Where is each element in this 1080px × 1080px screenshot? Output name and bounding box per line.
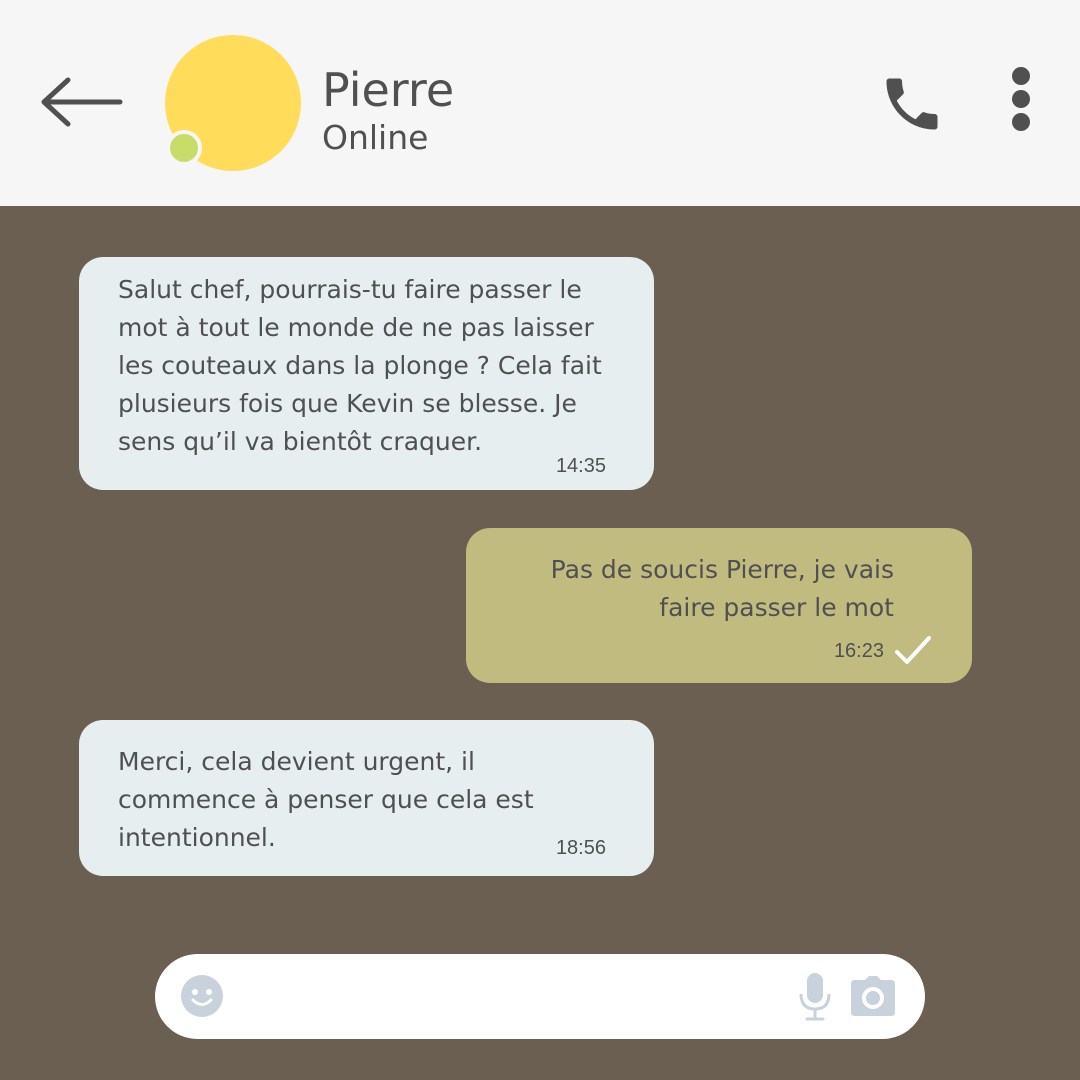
message-bubble-incoming[interactable]: Merci, cela devient urgent, il commence …: [79, 720, 654, 876]
emoji-button[interactable]: [180, 974, 224, 1018]
message-time: 16:23: [833, 640, 884, 662]
microphone-button[interactable]: [798, 972, 832, 1022]
message-time: 14:35: [555, 455, 606, 477]
message-bubble-outgoing[interactable]: Pas de soucis Pierre, je vais faire pass…: [466, 528, 972, 683]
chat-header: Pierre Online: [0, 0, 1080, 206]
message-text: Pas de soucis Pierre, je vais faire pass…: [550, 555, 894, 622]
emoji-icon: [181, 975, 223, 1017]
message-text: Salut chef, pourrais-tu faire passer le …: [118, 275, 602, 456]
contact-status: Online: [322, 118, 429, 157]
arrow-left-icon: [41, 77, 123, 127]
message-time: 18:56: [555, 837, 606, 859]
camera-button[interactable]: [851, 976, 895, 1016]
phone-icon: [886, 78, 938, 130]
call-button[interactable]: [878, 70, 946, 138]
contact-name: Pierre: [322, 63, 455, 117]
back-button[interactable]: [34, 70, 126, 134]
online-status-indicator: [166, 130, 202, 166]
more-vertical-icon: [1012, 67, 1030, 131]
microphone-icon: [799, 973, 831, 1021]
message-composer: [155, 954, 925, 1039]
message-bubble-incoming[interactable]: Salut chef, pourrais-tu faire passer le …: [79, 257, 654, 490]
more-options-button[interactable]: [1002, 66, 1040, 136]
camera-icon: [851, 976, 895, 1016]
message-input[interactable]: [240, 972, 784, 1022]
message-text: Merci, cela devient urgent, il commence …: [118, 747, 534, 852]
check-icon: [895, 636, 931, 664]
